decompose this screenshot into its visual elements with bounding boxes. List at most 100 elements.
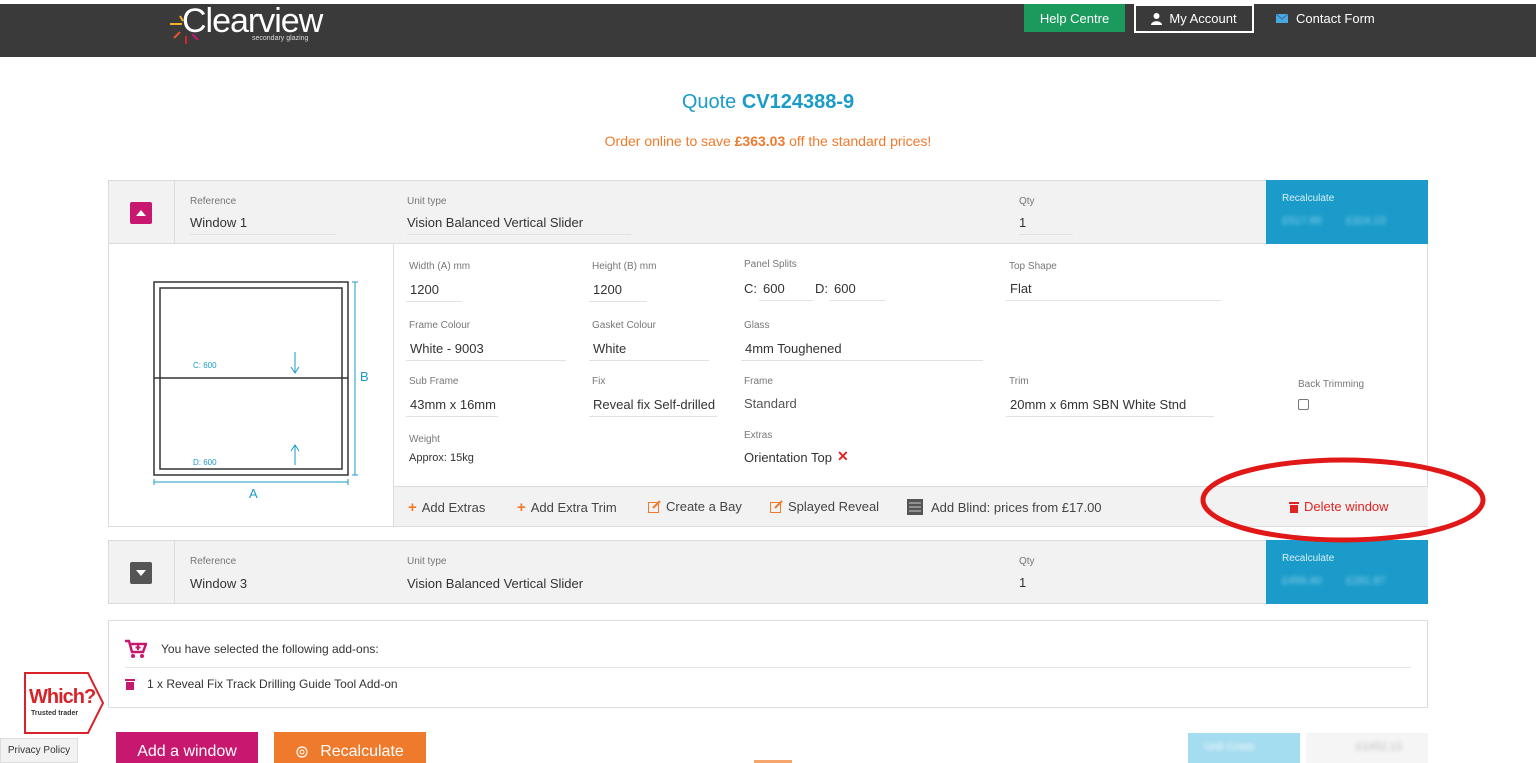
recalculate-button[interactable]: Recalculate — [274, 732, 426, 763]
add-extra-trim-button[interactable]: + Add Extra Trim — [517, 499, 617, 516]
window-1-toggle-cell — [109, 181, 175, 243]
split-d-diagram-label: D: 600 — [193, 458, 217, 467]
height-b-diagram-label: B — [360, 369, 369, 384]
split-d-input[interactable]: 600 — [830, 281, 886, 301]
back-trimming-label: Back Trimming — [1298, 379, 1365, 390]
expand-window-3-button[interactable] — [130, 562, 152, 584]
window-1-details: C: 600 D: 600 B A Width (A) mm 1200 Heig… — [108, 244, 1428, 527]
addons-divider — [125, 667, 1411, 668]
height-label: Height (B) mm — [592, 261, 657, 272]
recalculate-label: Recalculate — [1282, 553, 1335, 564]
order-total: £1452.13 — [1306, 733, 1428, 763]
fix-select[interactable]: Reveal fix Self-drilled — [589, 397, 717, 417]
trim-select[interactable]: 20mm x 6mm SBN White Stnd — [1006, 397, 1214, 417]
addon-item-label: 1 x Reveal Fix Track Drilling Guide Tool… — [147, 677, 398, 691]
refresh-icon — [296, 746, 308, 758]
recalculate-label: Recalculate — [320, 743, 404, 760]
unit-type-label: Unit type — [407, 556, 447, 567]
collapse-window-1-button[interactable] — [130, 202, 152, 224]
create-bay-label: Create a Bay — [666, 499, 742, 514]
height-input[interactable]: 1200 — [589, 282, 647, 302]
chevron-up-icon — [136, 210, 146, 216]
promo-amount: £363.03 — [734, 133, 786, 149]
weight-label: Weight — [409, 434, 440, 445]
reference-label: Reference — [190, 556, 237, 567]
sub-frame-select[interactable]: 43mm x 16mm — [406, 397, 498, 417]
addon-item: 1 x Reveal Fix Track Drilling Guide Tool… — [125, 677, 398, 691]
window-1-header: Reference Window 1 Unit type Vision Bala… — [108, 180, 1428, 244]
glass-label: Glass — [744, 320, 770, 331]
edit-icon — [648, 500, 661, 513]
quote-prefix: Quote — [681, 91, 737, 113]
extras-value: Orientation Top — [744, 450, 832, 465]
create-bay-button[interactable]: Create a Bay — [648, 499, 742, 514]
reference-label: Reference — [190, 196, 237, 207]
unit-type-select[interactable]: Vision Balanced Vertical Slider — [407, 215, 631, 235]
edit-icon — [770, 500, 783, 513]
new-price: £324.15 — [1346, 215, 1386, 227]
window-3-header: Reference Window 3 Unit type Vision Bala… — [108, 540, 1428, 604]
which-logo-text: Which? — [29, 686, 96, 708]
splayed-reveal-label: Splayed Reveal — [788, 499, 880, 514]
help-centre-button[interactable]: Help Centre — [1024, 4, 1125, 32]
gasket-colour-label: Gasket Colour — [592, 320, 656, 331]
qty-value[interactable]: 1 — [1019, 575, 1026, 590]
plus-icon: + — [408, 499, 417, 516]
add-window-button[interactable]: Add a window — [116, 732, 258, 763]
privacy-policy-link[interactable]: Privacy Policy — [0, 738, 78, 763]
old-price: £456.40 — [1282, 575, 1322, 587]
width-a-diagram-label: A — [249, 486, 258, 501]
reference-value[interactable]: Window 3 — [190, 576, 247, 591]
addons-heading-row: You have selected the following add-ons: — [125, 639, 379, 659]
width-input[interactable]: 1200 — [406, 282, 462, 302]
back-trimming-checkbox[interactable] — [1298, 399, 1309, 410]
window-diagram-drawing — [153, 281, 358, 485]
chevron-down-icon — [136, 570, 146, 576]
frame-colour-label: Frame Colour — [409, 320, 471, 331]
add-extras-button[interactable]: + Add Extras — [408, 499, 485, 516]
top-shape-label: Top Shape — [1009, 261, 1057, 272]
sub-frame-label: Sub Frame — [409, 376, 459, 387]
split-c-diagram-label: C: 600 — [193, 361, 217, 370]
window-3-recalculate-box[interactable]: Recalculate £456.40 £281.87 — [1266, 540, 1428, 604]
split-c-input[interactable]: 600 — [759, 281, 813, 301]
top-navigation-bar: Clearview secondary glazing Help Centre … — [0, 2, 1536, 57]
unit-type-value[interactable]: Vision Balanced Vertical Slider — [407, 576, 583, 591]
add-blind-button[interactable]: Add Blind: prices from £17.00 — [907, 499, 1102, 515]
window-actions-bar: + Add Extras + Add Extra Trim Create a B… — [394, 486, 1428, 526]
delete-window-label: Delete window — [1304, 499, 1389, 514]
unit-type-label: Unit type — [407, 196, 447, 207]
promo-text-after: off the standard prices! — [789, 133, 932, 149]
promo-message: Order online to save £363.03 off the sta… — [0, 133, 1536, 149]
logo-tagline: secondary glazing — [252, 35, 309, 42]
gasket-colour-select[interactable]: White — [589, 341, 709, 361]
clearview-logo[interactable]: Clearview secondary glazing — [160, 2, 360, 57]
cart-add-icon — [125, 639, 147, 658]
contact-form-link[interactable]: Contact Form — [1276, 4, 1375, 32]
my-account-button[interactable]: My Account — [1134, 4, 1254, 33]
promo-text-before: Order online to save — [604, 133, 731, 149]
window-1-recalculate-box[interactable]: Recalculate £517.85 £324.15 — [1266, 180, 1428, 244]
reference-input[interactable]: Window 1 — [190, 215, 336, 235]
width-label: Width (A) mm — [409, 261, 471, 272]
fix-label: Fix — [592, 376, 606, 387]
window-diagram: C: 600 D: 600 B A — [109, 244, 394, 526]
split-d-label: D: — [815, 281, 828, 296]
delete-window-button[interactable]: Delete window — [1289, 499, 1389, 514]
quote-title: Quote CV124388-9 — [0, 91, 1536, 114]
top-shape-select[interactable]: Flat — [1006, 281, 1221, 301]
unit-costs-label: Unit Costs — [1204, 741, 1255, 753]
add-extra-trim-label: Add Extra Trim — [530, 500, 617, 515]
unit-costs-button[interactable]: Unit Costs — [1188, 733, 1300, 763]
which-trusted-trader-badge[interactable]: Which? Trusted trader — [22, 672, 105, 734]
trash-icon[interactable] — [125, 678, 135, 690]
blind-icon — [907, 499, 923, 515]
glass-select[interactable]: 4mm Toughened — [741, 341, 983, 361]
remove-extra-icon[interactable]: ✕ — [837, 448, 849, 465]
window-3-toggle-cell — [109, 541, 175, 603]
frame-colour-select[interactable]: White - 9003 — [406, 341, 566, 361]
weight-value: Approx: 15kg — [409, 452, 474, 464]
splayed-reveal-button[interactable]: Splayed Reveal — [770, 499, 879, 514]
quote-number: CV124388-9 — [741, 91, 855, 113]
qty-input[interactable]: 1 — [1019, 215, 1073, 235]
